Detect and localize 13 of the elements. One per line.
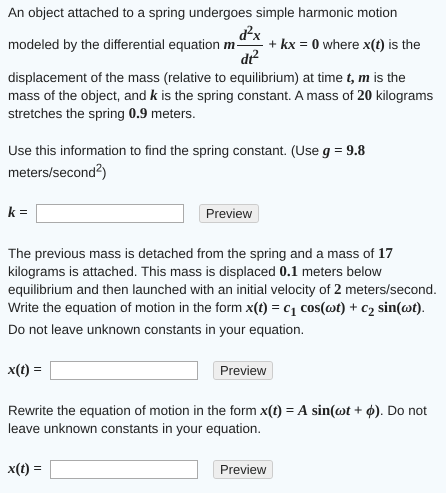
problem-text: The previous mass is detached from the spring and a mass of 17 kilograms is attached. This mass is displaced 0.1 meters below equilibrium and then launched with an initial velocity of 2 meters/second. Write the equation of motion in the form x(t) = c$_{1}$ cos(ωt) + c$_{2}$ sin(ωt). Do not leave unknown constants in your equation.	[8, 245, 438, 340]
answer-label: x(t) =	[8, 460, 42, 478]
answer-field[interactable]	[50, 460, 198, 479]
preview-button[interactable]: Preview	[198, 204, 260, 223]
answer-field[interactable]	[50, 360, 198, 380]
problem-text: Use this information to find the spring constant. (Use g = 9.8 meters/second$^{2}$)	[8, 142, 366, 182]
preview-button[interactable]: Preview	[212, 460, 274, 479]
answer-field[interactable]	[36, 204, 184, 223]
problem-text: An object attached to a spring undergoes simple harmonic motion modeled by the differential equation m d$^{2}$x dt$^{2}$ + kx = 0 where x(t) is the displacement of the mass (relative to equilibrium) at time t, m is the mass of the object, and k is the spring constant. A mass of 20 kilograms stretches the spring 0.9 meters.	[8, 4, 434, 123]
problem-text: Rewrite the equation of motion in the form x(t) = A sin(ωt + ϕ). Do not leave unknown constants in your equation.	[8, 402, 428, 438]
answer-label: k =	[8, 204, 28, 222]
answer-label: x(t) =	[8, 361, 42, 380]
preview-button[interactable]: Preview	[212, 360, 274, 380]
